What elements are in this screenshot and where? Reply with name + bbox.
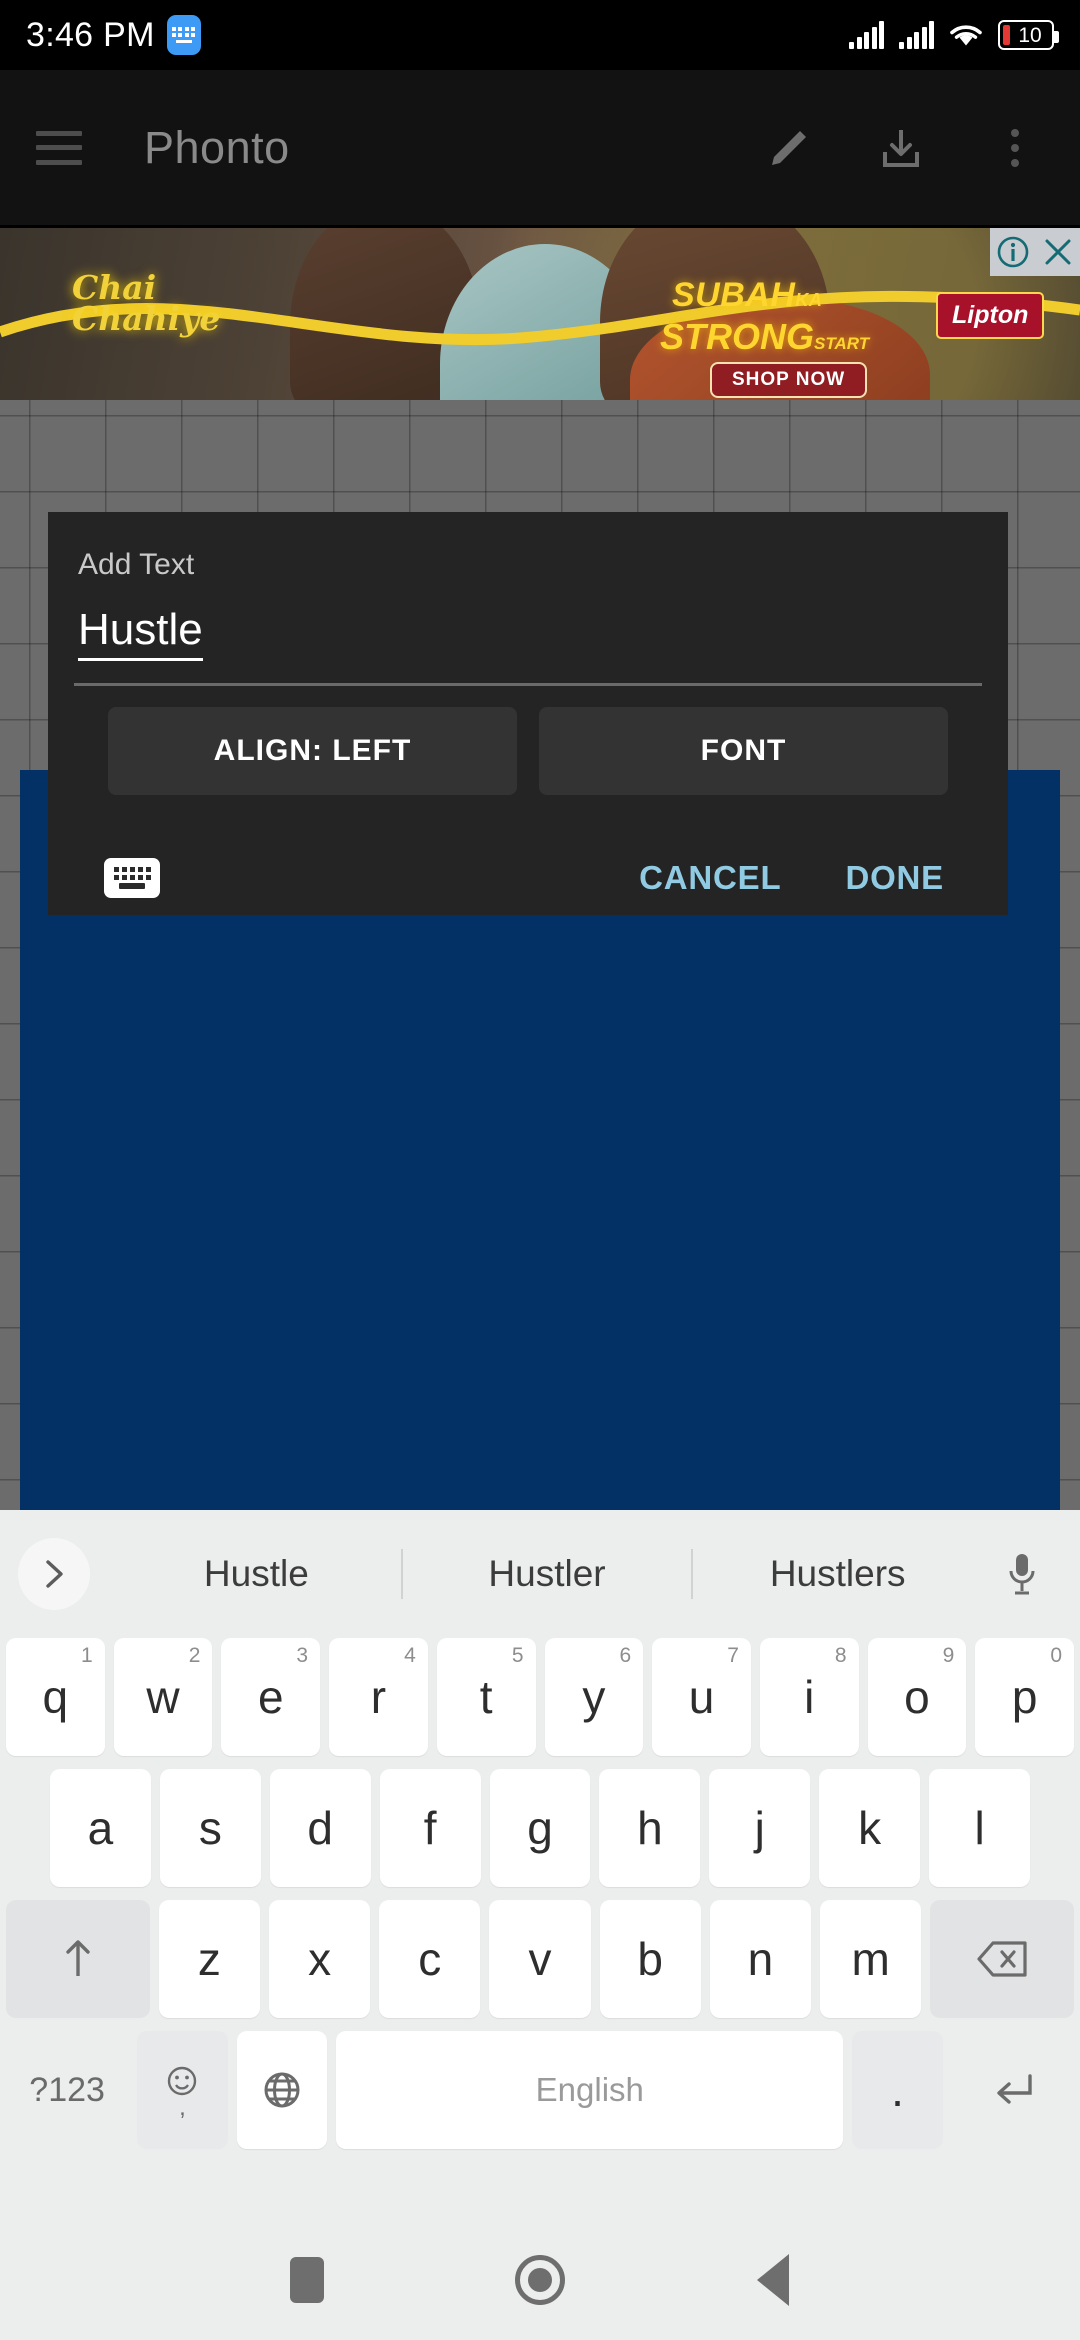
key-z[interactable]: z	[158, 1900, 260, 2018]
align-button[interactable]: ALIGN: LEFT	[108, 707, 517, 795]
keyboard-row-1: 1q 2w 3e 4r 5t 6y 7u 8i 9o 0p	[5, 1638, 1075, 1756]
signal-bars-icon	[849, 21, 884, 49]
status-bar-left: 3:46 PM	[26, 15, 201, 55]
period-key[interactable]: .	[852, 2031, 943, 2149]
key-k[interactable]: k	[819, 1769, 921, 1887]
status-time: 3:46 PM	[26, 15, 155, 54]
suggestion-item[interactable]: Hustle	[112, 1553, 401, 1595]
emoji-face-icon[interactable]: ,	[137, 2031, 228, 2149]
signal-bars-icon-2	[899, 21, 934, 49]
key-n[interactable]: n	[709, 1900, 812, 2018]
suggestion-item[interactable]: Hustler	[403, 1553, 692, 1595]
download-save-icon[interactable]	[872, 119, 930, 177]
key-d[interactable]: d	[269, 1769, 371, 1887]
wifi-icon	[949, 21, 983, 49]
hamburger-menu-icon[interactable]	[36, 130, 82, 165]
dialog-title: Add Text	[78, 548, 195, 581]
ad-subah-text: SUBAHKA	[672, 276, 823, 314]
keyboard-row-4: ?123 , English .	[6, 2031, 1074, 2149]
key-q[interactable]: 1q	[5, 1638, 105, 1756]
font-button[interactable]: FONT	[539, 707, 948, 795]
keyboard-status-icon	[166, 15, 201, 55]
add-text-dialog: Add Text Hustle ALIGN: LEFT FONT CANCEL …	[48, 512, 1008, 915]
app-bar: Phonto	[0, 70, 1080, 225]
symbols-key[interactable]: ?123	[6, 2031, 129, 2149]
battery-level: 10	[1018, 23, 1042, 47]
dialog-divider	[74, 683, 982, 686]
page-title: Phonto	[144, 121, 290, 173]
key-g[interactable]: g	[489, 1769, 591, 1887]
suggestion-list: Hustle Hustler Hustlers	[112, 1549, 982, 1599]
recents-square-icon[interactable]	[262, 2245, 352, 2315]
ad-strong-text: STRONGSTART	[660, 316, 870, 357]
key-i[interactable]: 8i	[759, 1638, 859, 1756]
pencil-edit-icon[interactable]	[758, 119, 816, 177]
back-triangle-icon[interactable]	[728, 2245, 818, 2315]
cancel-button[interactable]: CANCEL	[639, 859, 781, 897]
key-r[interactable]: 4r	[329, 1638, 428, 1756]
emoji-key-alt: ,	[179, 2094, 186, 2121]
dialog-actions: CANCEL DONE	[639, 859, 952, 897]
key-u[interactable]: 7u	[652, 1638, 751, 1756]
ad-brand-logo: Lipton	[936, 292, 1045, 339]
phone-screen: 3:46 PM 10 Phonto Chai Chahiye SUBAHKA S…	[0, 0, 1080, 2340]
status-bar-right: 10	[849, 20, 1059, 50]
key-a[interactable]: a	[50, 1769, 151, 1887]
space-key[interactable]: English	[336, 2031, 844, 2149]
backspace-delete-icon[interactable]	[930, 1900, 1074, 2018]
battery-icon: 10	[998, 20, 1059, 50]
key-w[interactable]: 2w	[113, 1638, 213, 1756]
keyboard-row-3: z x c v b n m	[6, 1900, 1074, 2018]
key-v[interactable]: v	[489, 1900, 591, 2018]
key-l[interactable]: l	[929, 1769, 1031, 1887]
ad-banner[interactable]: Chai Chahiye SUBAHKA STRONGSTART SHOP NOW…	[0, 228, 1080, 400]
app-bar-actions	[758, 119, 1044, 177]
enter-return-icon[interactable]	[951, 2031, 1074, 2149]
keyboard-rows: 1q 2w 3e 4r 5t 6y 7u 8i 9o 0p a s d f g …	[0, 1638, 1080, 2149]
language-globe-icon[interactable]	[236, 2031, 328, 2149]
key-m[interactable]: m	[820, 1900, 922, 2018]
suggestion-bar: Hustle Hustler Hustlers	[0, 1510, 1080, 1638]
key-s[interactable]: s	[159, 1769, 261, 1887]
dialog-option-buttons: ALIGN: LEFT FONT	[48, 707, 1008, 795]
key-h[interactable]: h	[599, 1769, 701, 1887]
key-f[interactable]: f	[379, 1769, 481, 1887]
key-j[interactable]: j	[709, 1769, 811, 1887]
done-button[interactable]: DONE	[845, 859, 944, 897]
text-input-value: Hustle	[78, 604, 203, 661]
ad-headline: Chai Chahiye	[72, 268, 221, 338]
soft-keyboard: Hustle Hustler Hustlers 1q 2w 3e 4 r 5 t…	[0, 1510, 1080, 2220]
shift-arrow-icon[interactable]	[6, 1900, 150, 2018]
overflow-menu-icon[interactable]	[986, 119, 1044, 177]
ad-controls	[990, 228, 1080, 276]
key-x[interactable]: x	[268, 1900, 371, 2018]
keyboard-row-2: a s d f g h j k l	[6, 1769, 1074, 1887]
microphone-icon[interactable]	[982, 1551, 1062, 1597]
key-c[interactable]: c	[379, 1900, 481, 2018]
ad-close-icon[interactable]	[1035, 228, 1080, 276]
text-input-field[interactable]: Hustle	[78, 604, 978, 666]
navigation-bar	[0, 2220, 1080, 2340]
ad-cta-button[interactable]: SHOP NOW	[710, 362, 868, 398]
ad-info-icon[interactable]	[990, 228, 1035, 276]
key-p[interactable]: 0p	[975, 1638, 1075, 1756]
key-b[interactable]: b	[599, 1900, 701, 2018]
key-y[interactable]: 6y	[544, 1638, 644, 1756]
suggestion-item[interactable]: Hustlers	[693, 1553, 982, 1595]
key-t[interactable]: 5t	[436, 1638, 536, 1756]
dialog-footer: CANCEL DONE	[48, 830, 1008, 925]
home-circle-icon[interactable]	[495, 2245, 585, 2315]
keyboard-toggle-icon[interactable]	[104, 857, 160, 898]
status-bar: 3:46 PM 10	[0, 0, 1080, 70]
chevron-right-icon[interactable]	[18, 1538, 90, 1610]
key-e[interactable]: 3e	[221, 1638, 321, 1756]
key-o[interactable]: 9o	[867, 1638, 967, 1756]
